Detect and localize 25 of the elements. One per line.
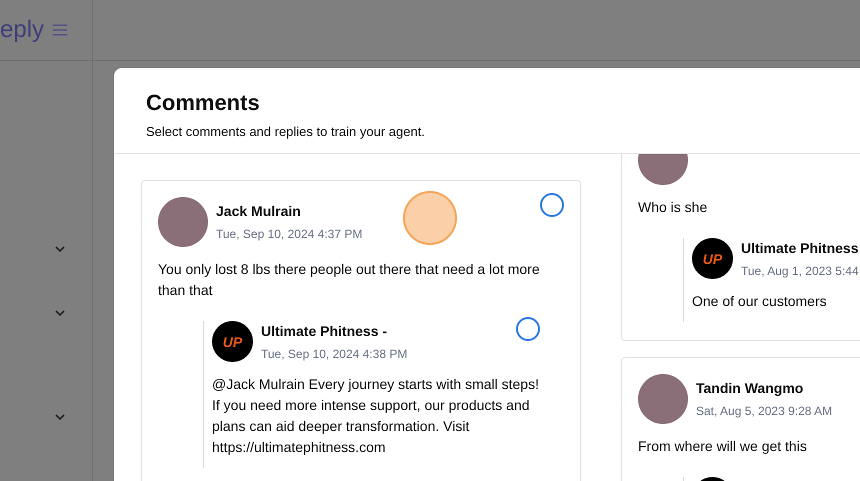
chevron-icon[interactable] <box>55 414 65 421</box>
comment-text: @Jack Mulrain Every journey starts with small steps! If you need more intense support, our products and plans can aid deeper transformation. Visit https://ultimatephitness.com <box>212 375 540 457</box>
chevron-icon[interactable] <box>55 246 65 253</box>
comment-date: Tue, Sep 10, 2024 4:37 PM <box>216 227 364 241</box>
comment-text: Who is she <box>638 198 708 217</box>
author-name: Ultimate Phitness <box>741 240 860 256</box>
comment-text: You only lost 8 lbs there people out there that need a lot more than that <box>158 260 541 300</box>
comment-date: Tue, Aug 1, 2023 5:44 <box>741 264 860 278</box>
comment-text: One of our customers <box>692 292 828 311</box>
dialog-title: Comments <box>146 90 261 116</box>
avatar <box>638 374 688 424</box>
comment-date: Sat, Aug 5, 2023 9:28 AM <box>696 404 834 418</box>
dialog-subtitle: Select comments and replies to train your agent. <box>146 124 426 139</box>
avatar-logo: UP <box>212 321 253 362</box>
chevron-icon[interactable] <box>55 310 65 317</box>
select-radio[interactable] <box>540 193 564 217</box>
comment-text: From where will we get this <box>638 437 808 456</box>
brand-name: eply <box>0 16 44 44</box>
author-name: Ultimate Phitness - <box>261 322 388 338</box>
comment-date: Tue, Sep 10, 2024 4:38 PM <box>261 346 408 360</box>
avatar-logo: UP <box>692 238 733 279</box>
author-name: Tandin Wangmo <box>696 380 804 396</box>
author-name: Jack Mulrain <box>216 203 302 219</box>
avatar <box>158 197 208 247</box>
select-radio[interactable] <box>516 317 540 341</box>
